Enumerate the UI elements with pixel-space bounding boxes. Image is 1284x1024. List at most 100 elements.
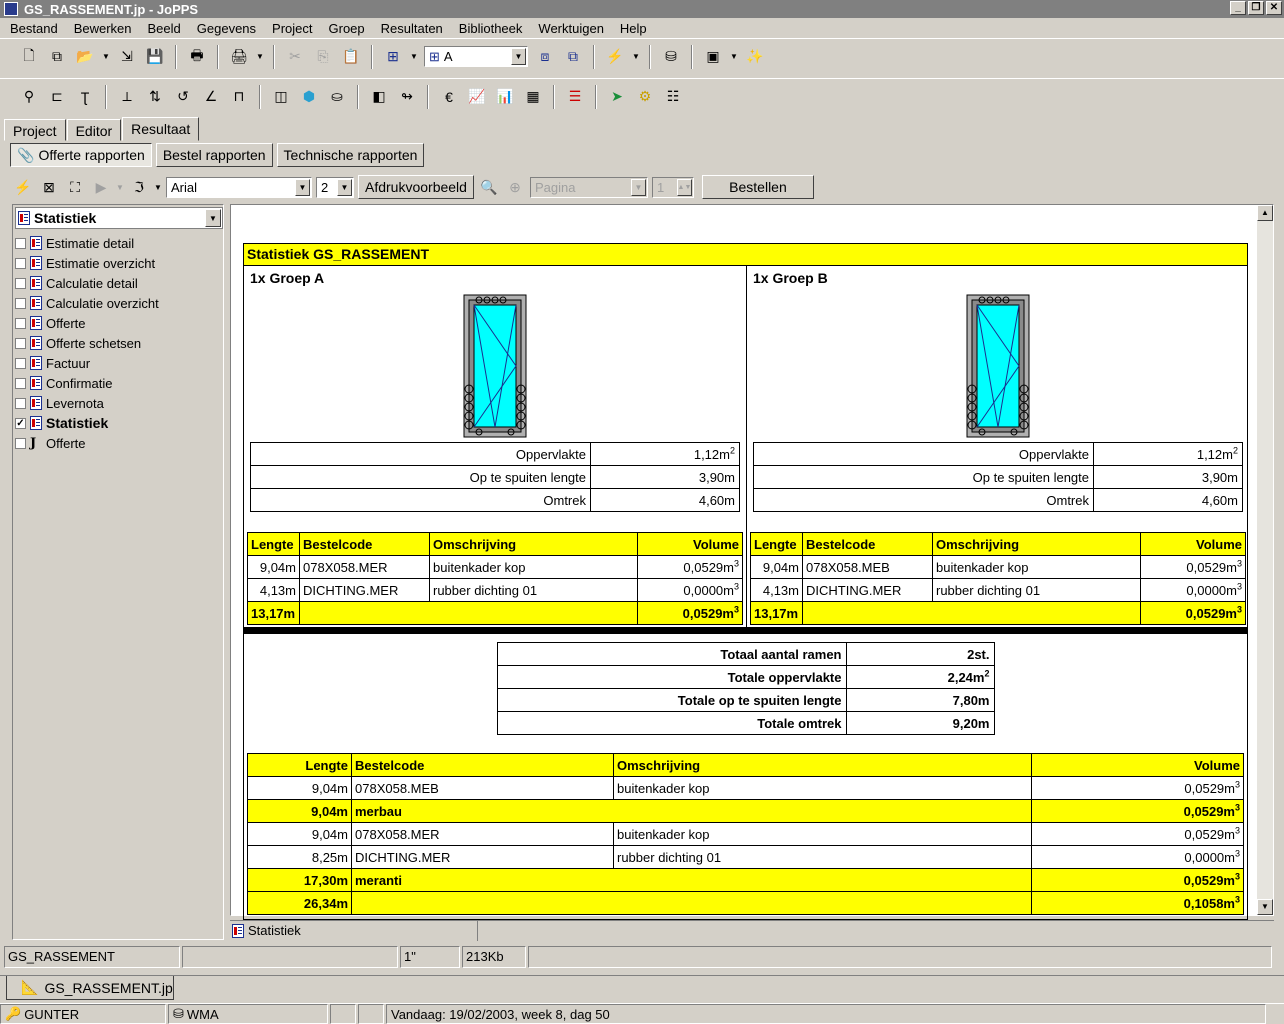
checkbox[interactable] xyxy=(15,277,26,289)
measure-tool-icon[interactable]: ⇅ xyxy=(144,86,166,108)
menu-resultaten[interactable]: Resultaten xyxy=(373,21,451,36)
dropdown-arrow-icon[interactable]: ▼ xyxy=(632,46,640,68)
checkbox[interactable] xyxy=(15,237,26,249)
cylinder-tool-icon[interactable]: ⛀ xyxy=(326,86,348,108)
save-icon[interactable]: 💾 xyxy=(144,46,166,68)
window-icon[interactable]: ▣ xyxy=(702,46,724,68)
report-list-item[interactable]: Factuur xyxy=(15,353,159,373)
rotate-tool-icon[interactable]: ↺ xyxy=(172,86,194,108)
report-list-item[interactable]: ✓ Statistiek xyxy=(15,413,159,433)
tab-resultaat[interactable]: Resultaat xyxy=(122,117,200,141)
menu-bewerken[interactable]: Bewerken xyxy=(66,21,140,36)
restore-button[interactable]: ❐ xyxy=(1248,1,1264,15)
report-list-item[interactable]: Estimatie detail xyxy=(15,233,159,253)
chevron-down-icon[interactable]: ▼ xyxy=(295,178,310,196)
minimize-button[interactable]: _ xyxy=(1230,1,1246,15)
checkbox[interactable] xyxy=(15,317,26,329)
size-combo[interactable]: 2 ▼ xyxy=(316,176,354,198)
scroll-down-icon[interactable]: ▼ xyxy=(1257,899,1273,915)
checkbox[interactable] xyxy=(15,377,26,389)
checkbox[interactable] xyxy=(15,257,26,269)
wand-icon[interactable]: ✨ xyxy=(744,46,766,68)
curve-tool-icon[interactable]: ↬ xyxy=(396,86,418,108)
dropdown-arrow-icon[interactable]: ▼ xyxy=(730,46,738,68)
report-list-item[interactable]: Calculatie detail xyxy=(15,273,159,293)
print-setup-icon[interactable]: 🖶 xyxy=(186,46,208,68)
copy-icon[interactable]: ⎘ xyxy=(312,46,334,68)
report-list-item[interactable]: Offerte xyxy=(15,313,159,333)
copy-doc-icon[interactable]: ⧉ xyxy=(46,46,68,68)
menu-gegevens[interactable]: Gegevens xyxy=(189,21,264,36)
fit-page-icon[interactable]: ⛶ xyxy=(64,176,86,198)
checkbox[interactable] xyxy=(15,297,26,309)
dropdown-arrow-icon[interactable]: ▼ xyxy=(256,46,264,68)
menu-bibliotheek[interactable]: Bibliotheek xyxy=(451,21,531,36)
close-report-icon[interactable]: ⊠ xyxy=(38,176,60,198)
hardware-tool-icon[interactable]: ⊓ xyxy=(228,86,250,108)
color-tool-icon[interactable]: ◧ xyxy=(368,86,390,108)
tab-statistiek[interactable]: Statistiek xyxy=(230,920,478,941)
report-list-item[interactable]: Estimatie overzicht xyxy=(15,253,159,273)
lightning-icon[interactable]: ⚡ xyxy=(604,46,626,68)
new-icon[interactable]: 🗋 xyxy=(18,46,40,68)
print-icon[interactable]: 🖨 xyxy=(228,46,250,68)
close-button[interactable]: ✕ xyxy=(1266,1,1282,15)
frame-tool-icon[interactable]: ⊏ xyxy=(46,86,68,108)
menu-groep[interactable]: Groep xyxy=(321,21,373,36)
dropdown-arrow-icon[interactable]: ▼ xyxy=(116,176,124,198)
checkbox[interactable]: ✓ xyxy=(15,417,26,429)
page-combo[interactable]: Pagina ▼ xyxy=(529,176,648,198)
report-list-item[interactable]: Confirmatie xyxy=(15,373,159,393)
tab-offerte-rapporten[interactable]: 📎 Offerte rapporten xyxy=(10,143,152,167)
gear-icon[interactable]: ⚙ xyxy=(634,86,656,108)
font-combo[interactable]: Arial ▼ xyxy=(166,176,312,198)
menu-bestand[interactable]: Bestand xyxy=(2,21,66,36)
checkbox[interactable] xyxy=(15,397,26,409)
cube-tool-icon[interactable]: ⬢ xyxy=(298,86,320,108)
menu-werktuigen[interactable]: Werktuigen xyxy=(530,21,612,36)
menu-beeld[interactable]: Beeld xyxy=(140,21,189,36)
open-folder-icon[interactable]: 📂 xyxy=(74,46,96,68)
dropdown-arrow-icon[interactable]: ▼ xyxy=(154,176,162,198)
graph-tool-icon[interactable]: 📈 xyxy=(466,86,488,108)
report-j-icon[interactable]: ℑ xyxy=(128,176,150,198)
cut-icon[interactable]: ✂ xyxy=(284,46,306,68)
preview-button[interactable]: Afdrukvoorbeeld xyxy=(358,175,474,199)
dropdown-arrow-icon[interactable]: ▼ xyxy=(410,46,418,68)
report-list-item[interactable]: Calculatie overzicht xyxy=(15,293,159,313)
run-report-icon[interactable]: ⚡ xyxy=(12,176,34,198)
play-icon[interactable]: ▶ xyxy=(90,176,112,198)
target-icon[interactable]: ⊕ xyxy=(504,176,526,198)
group-props-icon[interactable]: ⧈ xyxy=(534,46,556,68)
chevron-down-icon[interactable]: ▼ xyxy=(205,209,221,227)
cost-tool-icon[interactable]: € xyxy=(438,86,460,108)
menu-project[interactable]: Project xyxy=(264,21,320,36)
report-list-item[interactable]: Levernota xyxy=(15,393,159,413)
scroll-up-icon[interactable]: ▲ xyxy=(1257,205,1273,221)
report-category-combo[interactable]: Statistiek ▼ xyxy=(15,207,223,229)
list-tool-icon[interactable]: ☰ xyxy=(564,86,586,108)
page-number-stepper[interactable]: 1 ▲▼ xyxy=(651,176,694,198)
chevron-down-icon[interactable]: ▼ xyxy=(337,178,352,196)
tab-project[interactable]: Project xyxy=(4,119,66,141)
group-list-icon[interactable]: ⧉ xyxy=(562,46,584,68)
menu-help[interactable]: Help xyxy=(612,21,655,36)
report-list-item[interactable]: J Offerte xyxy=(15,433,159,453)
profile-tool-icon[interactable]: ⚲ xyxy=(18,86,40,108)
zoom-icon[interactable]: 🔍 xyxy=(478,176,500,198)
glass-tool-icon[interactable]: ◫ xyxy=(270,86,292,108)
chevron-down-icon[interactable]: ▼ xyxy=(630,178,646,196)
tab-bestel-rapporten[interactable]: Bestel rapporten xyxy=(155,143,273,167)
tab-document[interactable]: 📐 GS_RASSEMENT.jp xyxy=(6,976,174,1000)
report-list-item[interactable]: Offerte schetsen xyxy=(15,333,159,353)
bar-chart-tool-icon[interactable]: 📊 xyxy=(494,86,516,108)
arrow-tool-icon[interactable]: ➤ xyxy=(606,86,628,108)
vertical-scrollbar[interactable]: ▲ ▼ xyxy=(1257,205,1273,915)
checkbox[interactable] xyxy=(15,357,26,369)
database-help-icon[interactable]: ⛁ xyxy=(660,46,682,68)
paste-icon[interactable]: 📋 xyxy=(340,46,362,68)
angle-tool-icon[interactable]: ∠ xyxy=(200,86,222,108)
t-profile-icon[interactable]: Ʈ xyxy=(74,86,96,108)
grid-select-icon[interactable]: ⊞ xyxy=(382,46,404,68)
dropdown-arrow-icon[interactable]: ▼ xyxy=(102,46,110,68)
